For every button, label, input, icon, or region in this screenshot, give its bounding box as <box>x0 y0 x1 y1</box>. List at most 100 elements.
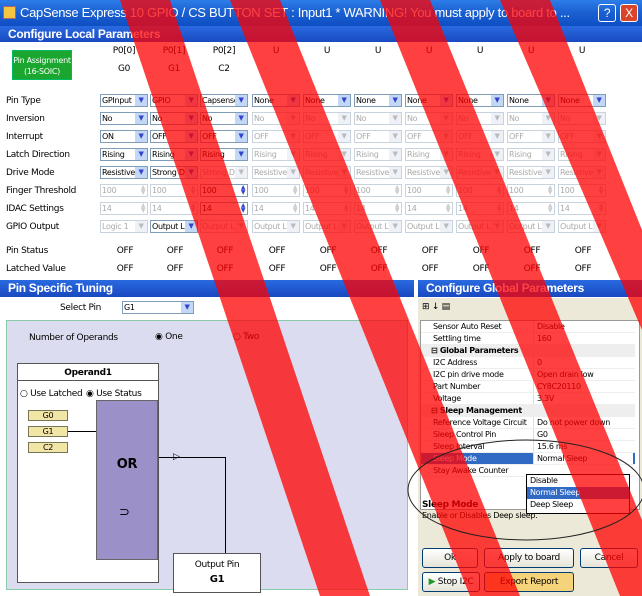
param-dropdown[interactable]: Rising ▼ <box>558 148 606 161</box>
threshold-spinner[interactable]: 14 ▲ ▼ <box>405 202 453 215</box>
param-dropdown[interactable]: None ▼ <box>456 94 504 107</box>
param-dropdown[interactable]: No ▼ <box>558 112 606 125</box>
threshold-spinner[interactable]: 100 ▲ ▼ <box>150 184 198 197</box>
param-dropdown[interactable]: GPInput ▼ <box>100 94 148 107</box>
param-dropdown[interactable]: None ▼ <box>405 94 453 107</box>
help-button[interactable]: ? <box>598 4 616 22</box>
param-dropdown[interactable]: No ▼ <box>354 112 402 125</box>
close-button[interactable]: X <box>620 4 638 22</box>
param-dropdown[interactable]: Strong D ▼ <box>200 166 248 179</box>
param-dropdown[interactable]: OFF ▼ <box>405 130 453 143</box>
use-latched-radio[interactable]: ○ Use Latched <box>20 389 83 399</box>
param-dropdown[interactable]: Rising ▼ <box>507 148 555 161</box>
operands-two-radio[interactable]: ○ Two <box>233 332 259 342</box>
threshold-spinner[interactable]: 100 ▲ ▼ <box>456 184 504 197</box>
threshold-spinner[interactable]: 100 ▲ ▼ <box>558 184 606 197</box>
threshold-spinner[interactable]: 100 ▲ ▼ <box>100 184 148 197</box>
param-dropdown[interactable]: Resistive ▼ <box>354 166 402 179</box>
pin-assignment-button[interactable]: Pin Assignment (16-SOIC) <box>12 50 72 80</box>
param-dropdown[interactable]: No ▼ <box>405 112 453 125</box>
param-dropdown[interactable]: Rising ▼ <box>354 148 402 161</box>
use-status-radio[interactable]: ◉ Use Status <box>86 389 142 399</box>
param-dropdown[interactable]: Output L ▼ <box>303 220 351 233</box>
ok-button[interactable]: Ok <box>422 548 478 568</box>
param-dropdown[interactable]: Output L ▼ <box>507 220 555 233</box>
categorized-icon[interactable]: ⊞ <box>422 302 430 312</box>
param-dropdown[interactable]: OFF ▼ <box>456 130 504 143</box>
property-row[interactable]: I2C pin drive mode Open drain low <box>421 369 635 381</box>
select-pin-dropdown[interactable]: G1 ▼ <box>122 301 194 314</box>
sleep-mode-options[interactable]: Disable Normal Sleep Deep Sleep <box>526 474 630 514</box>
param-dropdown[interactable]: Rising ▼ <box>100 148 148 161</box>
param-dropdown[interactable]: Output L ▼ <box>558 220 606 233</box>
param-dropdown[interactable]: Rising ▼ <box>405 148 453 161</box>
param-dropdown[interactable]: None ▼ <box>252 94 300 107</box>
param-dropdown[interactable]: Output L ▼ <box>252 220 300 233</box>
threshold-spinner[interactable]: 14 ▲ ▼ <box>558 202 606 215</box>
param-dropdown[interactable]: Resistive ▼ <box>405 166 453 179</box>
threshold-spinner[interactable]: 100 ▲ ▼ <box>252 184 300 197</box>
param-dropdown[interactable]: OFF ▼ <box>150 130 198 143</box>
property-pages-icon[interactable]: ▤ <box>442 302 451 312</box>
property-row[interactable]: I2C Address 0 <box>421 357 635 369</box>
param-dropdown[interactable]: Rising ▼ <box>303 148 351 161</box>
param-dropdown[interactable]: No ▼ <box>252 112 300 125</box>
param-dropdown[interactable]: Resistive ▼ <box>456 166 504 179</box>
threshold-spinner[interactable]: 100 ▲ ▼ <box>200 184 248 197</box>
param-dropdown[interactable]: OFF ▼ <box>200 130 248 143</box>
property-row[interactable]: Sleep Interval 15.6 ms <box>421 441 635 453</box>
param-dropdown[interactable]: Rising ▼ <box>456 148 504 161</box>
stop-i2c-button[interactable]: ▶ Stop I2C <box>422 572 480 592</box>
threshold-spinner[interactable]: 100 ▲ ▼ <box>507 184 555 197</box>
param-dropdown[interactable]: Output L ▼ <box>200 220 248 233</box>
param-dropdown[interactable]: Capsense ▼ <box>200 94 248 107</box>
threshold-spinner[interactable]: 14 ▲ ▼ <box>507 202 555 215</box>
param-dropdown[interactable]: OFF ▼ <box>252 130 300 143</box>
apply-to-board-button[interactable]: Apply to board <box>484 548 574 568</box>
threshold-spinner[interactable]: 100 ▲ ▼ <box>354 184 402 197</box>
dropdown-option[interactable]: Deep Sleep <box>527 499 629 511</box>
param-dropdown[interactable]: None ▼ <box>354 94 402 107</box>
param-dropdown[interactable]: Resistive ▼ <box>303 166 351 179</box>
param-dropdown[interactable]: No ▼ <box>507 112 555 125</box>
threshold-spinner[interactable]: 14 ▲ ▼ <box>200 202 248 215</box>
dropdown-option[interactable]: Disable <box>527 475 629 487</box>
param-dropdown[interactable]: Rising ▼ <box>200 148 248 161</box>
param-dropdown[interactable]: Resistive ▼ <box>507 166 555 179</box>
param-dropdown[interactable]: Strong D ▼ <box>150 166 198 179</box>
export-report-button[interactable]: Export Report <box>484 572 574 592</box>
param-dropdown[interactable]: No ▼ <box>100 112 148 125</box>
input-c2[interactable]: C2 <box>28 442 68 453</box>
param-dropdown[interactable]: OFF ▼ <box>507 130 555 143</box>
param-dropdown[interactable]: No ▼ <box>200 112 248 125</box>
param-dropdown[interactable]: None ▼ <box>558 94 606 107</box>
property-row[interactable]: Sleep Control Pin G0 <box>421 429 635 441</box>
threshold-spinner[interactable]: 14 ▲ ▼ <box>303 202 351 215</box>
property-category[interactable]: ⊟ Global Parameters <box>421 345 635 357</box>
input-g1[interactable]: G1 <box>28 426 68 437</box>
dropdown-option[interactable]: Normal Sleep <box>527 487 629 499</box>
param-dropdown[interactable]: Resistive ▼ <box>252 166 300 179</box>
param-dropdown[interactable]: No ▼ <box>456 112 504 125</box>
threshold-spinner[interactable]: 100 ▲ ▼ <box>303 184 351 197</box>
param-dropdown[interactable]: Output L ▼ <box>456 220 504 233</box>
param-dropdown[interactable]: Rising ▼ <box>150 148 198 161</box>
input-g0[interactable]: G0 <box>28 410 68 421</box>
property-category[interactable]: ⊟ Sleep Management <box>421 405 635 417</box>
param-dropdown[interactable]: No ▼ <box>303 112 351 125</box>
property-row[interactable]: Part Number CY8C20110 <box>421 381 635 393</box>
threshold-spinner[interactable]: 14 ▲ ▼ <box>100 202 148 215</box>
property-row[interactable]: Voltage 3.3V <box>421 393 635 405</box>
property-row[interactable]: Sleep Mode Normal Sleep <box>421 453 635 465</box>
threshold-spinner[interactable]: 14 ▲ ▼ <box>354 202 402 215</box>
param-dropdown[interactable]: GPIO ▼ <box>150 94 198 107</box>
operands-one-radio[interactable]: ◉ One <box>155 332 183 342</box>
param-dropdown[interactable]: OFF ▼ <box>558 130 606 143</box>
property-row[interactable]: Reference Voltage Circuit Do not power do… <box>421 417 635 429</box>
cancel-button[interactable]: Cancel <box>580 548 638 568</box>
param-dropdown[interactable]: No ▼ <box>150 112 198 125</box>
property-row[interactable]: Sensor Auto Reset Disable <box>421 321 635 333</box>
property-row[interactable]: Settling time 160 <box>421 333 635 345</box>
param-dropdown[interactable]: Resistive ▼ <box>100 166 148 179</box>
threshold-spinner[interactable]: 14 ▲ ▼ <box>150 202 198 215</box>
